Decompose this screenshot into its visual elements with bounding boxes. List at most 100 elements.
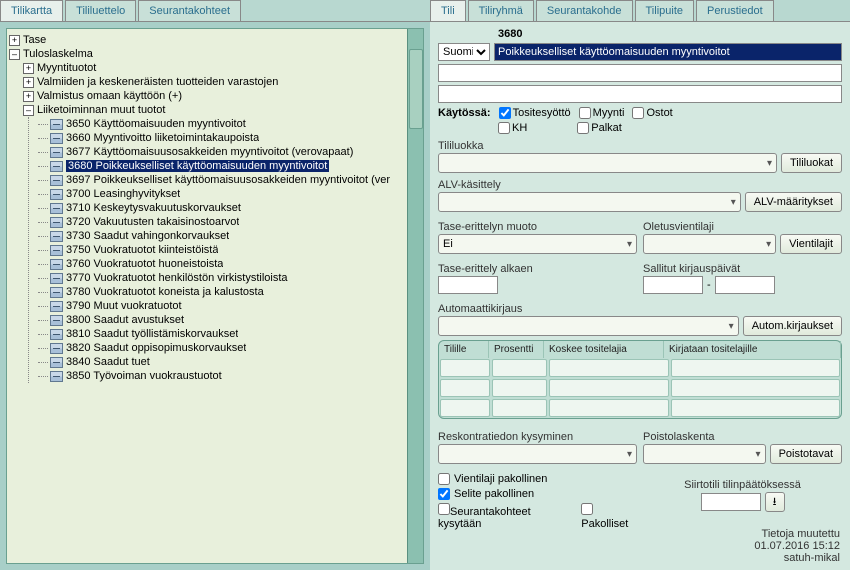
tree-node-myyntituotot[interactable]: Myyntituotot — [37, 62, 96, 74]
tab-tiliryhma[interactable]: Tiliryhmä — [468, 0, 534, 21]
tililuokka-label: Tililuokka — [438, 140, 842, 152]
tab-perustiedot[interactable]: Perustiedot — [696, 0, 774, 21]
grid-cell[interactable] — [549, 399, 669, 417]
alv-button[interactable]: ALV-määritykset — [745, 192, 842, 212]
tree-leaf-label: 3810 Saadut työllistämiskorvaukset — [66, 328, 238, 340]
poistotavat-button[interactable]: Poistotavat — [770, 444, 842, 464]
autom-button[interactable]: Autom.kirjaukset — [743, 316, 842, 336]
tree-node-tase[interactable]: Tase — [23, 34, 46, 46]
tree-leaf[interactable]: 3750 Vuokratuotot kiinteistöistä — [38, 243, 421, 257]
grid-cell[interactable] — [549, 379, 669, 397]
tree-leaf[interactable]: 3820 Saadut oppisopimuskorvaukset — [38, 341, 421, 355]
tositesyotto-checkbox[interactable]: Tositesyöttö — [499, 107, 571, 119]
scroll-thumb[interactable] — [409, 49, 423, 129]
description-2-input[interactable] — [438, 64, 842, 82]
tree-leaf[interactable]: 3810 Saadut työllistämiskorvaukset — [38, 327, 421, 341]
myynti-checkbox[interactable]: Myynti — [579, 107, 625, 119]
tree-leaf-label: 3697 Poikkeukselliset käyttöomaisuusosak… — [66, 174, 390, 186]
tililuokka-combo[interactable] — [438, 153, 777, 173]
description-input[interactable] — [494, 43, 842, 61]
tree-leaf-label: 3720 Vakuutusten takaisinostoarvot — [66, 216, 239, 228]
tree-leaf[interactable]: 3720 Vakuutusten takaisinostoarvot — [38, 215, 421, 229]
grid-cell[interactable] — [492, 399, 547, 417]
tree-leaf-label: 3750 Vuokratuotot kiinteistöistä — [66, 244, 218, 256]
tree-leaf-label: 3790 Muut vuokratuotot — [66, 300, 182, 312]
tree-scrollbar[interactable] — [407, 29, 423, 563]
grid-cell[interactable] — [671, 399, 840, 417]
tree-leaf[interactable]: 3697 Poikkeukselliset käyttöomaisuusosak… — [38, 173, 421, 187]
tree-leaf-label: 3677 Käyttöomaisuusosakkeiden myyntivoit… — [66, 146, 353, 158]
account-tree[interactable]: +Tase –Tuloslaskelma +Myyntituotot +Valm… — [6, 28, 424, 564]
siirtotili-input[interactable] — [701, 493, 761, 511]
tree-leaf[interactable]: 3677 Käyttöomaisuusosakkeiden myyntivoit… — [38, 145, 421, 159]
siirtotili-lookup-button[interactable]: ⭳ — [765, 492, 785, 512]
collapse-icon[interactable]: – — [23, 105, 34, 116]
tase-erittely-alkaen-input[interactable] — [438, 276, 498, 294]
tree-node-tuloslaskelma[interactable]: Tuloslaskelma — [23, 48, 93, 60]
account-icon — [50, 329, 63, 340]
tree-leaf[interactable]: 3790 Muut vuokratuotot — [38, 299, 421, 313]
grid-cell[interactable] — [671, 359, 840, 377]
grid-cell[interactable] — [549, 359, 669, 377]
tab-tilipuite[interactable]: Tilipuite — [635, 0, 695, 21]
tab-tililuettelo[interactable]: Tililuettelo — [65, 0, 136, 21]
tree-leaf[interactable]: 3770 Vuokratuotot henkilöstön virkistyst… — [38, 271, 421, 285]
tree-leaf[interactable]: 3780 Vuokratuotot koneista ja kalustosta — [38, 285, 421, 299]
tree-node-valmistus[interactable]: Valmistus omaan käyttöön (+) — [37, 90, 182, 102]
vientilaji-pakollinen-checkbox[interactable]: Vientilaji pakollinen — [438, 473, 637, 485]
automaattikirjaus-combo[interactable] — [438, 316, 739, 336]
tree-node-valmiiden[interactable]: Valmiiden ja keskeneräisten tuotteiden v… — [37, 76, 278, 88]
grid-cell[interactable] — [671, 379, 840, 397]
description-3-input[interactable] — [438, 85, 842, 103]
tree-leaf[interactable]: 3760 Vuokratuotot huoneistoista — [38, 257, 421, 271]
tab-tilikartta[interactable]: Tilikartta — [0, 0, 63, 21]
account-number: 3680 — [498, 28, 522, 40]
grid-cell[interactable] — [440, 359, 490, 377]
account-icon — [50, 301, 63, 312]
ostot-checkbox[interactable]: Ostot — [632, 107, 672, 119]
grid-cell[interactable] — [440, 379, 490, 397]
palkat-checkbox[interactable]: Palkat — [577, 122, 622, 134]
collapse-icon[interactable]: – — [9, 49, 20, 60]
date-from-input[interactable] — [643, 276, 703, 294]
kh-checkbox[interactable]: KH — [498, 122, 527, 134]
account-icon — [50, 147, 63, 158]
tab-seurantakohde[interactable]: Seurantakohde — [536, 0, 633, 21]
expand-icon[interactable]: + — [23, 63, 34, 74]
expand-icon[interactable]: + — [9, 35, 20, 46]
alv-combo[interactable] — [438, 192, 741, 212]
tab-tili[interactable]: Tili — [430, 0, 466, 21]
tree-leaf[interactable]: 3800 Saadut avustukset — [38, 313, 421, 327]
account-icon — [50, 287, 63, 298]
expand-icon[interactable]: + — [23, 77, 34, 88]
language-select[interactable]: Suomi — [438, 43, 490, 61]
grid-cell[interactable] — [492, 379, 547, 397]
tree-leaf[interactable]: 3710 Keskeytysvakuutuskorvaukset — [38, 201, 421, 215]
tree-leaf[interactable]: 3850 Työvoiman vuokraustuotot — [38, 369, 421, 383]
expand-icon[interactable]: + — [23, 91, 34, 102]
tree-leaf[interactable]: 3700 Leasinghyvitykset — [38, 187, 421, 201]
tree-leaf[interactable]: 3840 Saadut tuet — [38, 355, 421, 369]
tree-leaf[interactable]: 3650 Käyttöomaisuuden myyntivoitot — [38, 117, 421, 131]
tree-node-liiketoiminnan[interactable]: Liiketoiminnan muut tuotot — [37, 104, 165, 116]
seurantakohteet-checkbox[interactable]: Seurantakohteet kysytään — [438, 503, 569, 530]
poistolaskenta-combo[interactable] — [643, 444, 766, 464]
vientilajit-button[interactable]: Vientilajit — [780, 234, 842, 254]
tree-leaf-label: 3780 Vuokratuotot koneista ja kalustosta — [66, 286, 264, 298]
tree-leaf[interactable]: 3660 Myyntivoitto liiketoimintakaupoista — [38, 131, 421, 145]
account-icon — [50, 217, 63, 228]
date-to-input[interactable] — [715, 276, 775, 294]
pakolliset-checkbox[interactable]: Pakolliset — [581, 503, 637, 530]
reskontra-combo[interactable] — [438, 444, 637, 464]
tase-erittelyn-combo[interactable]: Ei — [438, 234, 637, 254]
selite-pakollinen-checkbox[interactable]: Selite pakollinen — [438, 488, 637, 500]
oletusvientilaji-combo[interactable] — [643, 234, 776, 254]
tree-leaf-label: 3800 Saadut avustukset — [66, 314, 184, 326]
grid-cell[interactable] — [440, 399, 490, 417]
tililuokat-button[interactable]: Tililuokat — [781, 153, 842, 173]
grid-cell[interactable] — [492, 359, 547, 377]
tree-leaf[interactable]: 3730 Saadut vahingonkorvaukset — [38, 229, 421, 243]
tab-seurantakohteet[interactable]: Seurantakohteet — [138, 0, 241, 21]
tase-erittely-alkaen-label: Tase-erittely alkaen — [438, 263, 637, 275]
tree-leaf[interactable]: 3680 Poikkeukselliset käyttöomaisuuden m… — [38, 159, 421, 173]
